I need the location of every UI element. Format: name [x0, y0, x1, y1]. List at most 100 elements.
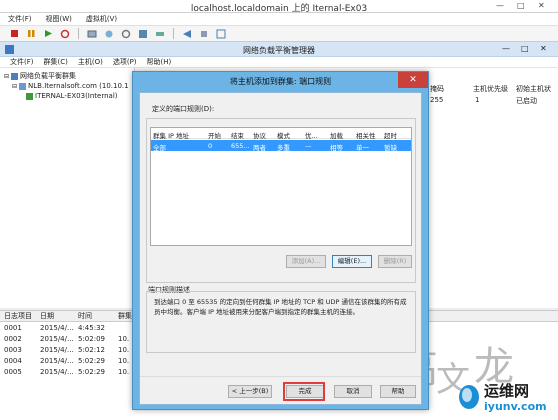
- log-cell-cluster: 10.: [118, 345, 130, 354]
- log-cell-cluster: 10.: [118, 334, 130, 343]
- cell-state: 已启动: [516, 97, 537, 105]
- collapse-icon[interactable]: ⊟: [4, 73, 9, 80]
- cluster-tree: ⊟ 网络负载平衡群集 ⊟ NLB.Iternalsoft.com (10.10.…: [0, 68, 135, 308]
- back-button[interactable]: < 上一步(B): [228, 385, 272, 398]
- vm-titlebar: localhost.localdomain 上的 Iternal-Ex03 — …: [0, 0, 558, 14]
- log-col-cluster[interactable]: 群集: [114, 311, 132, 321]
- cluster-icon: [19, 82, 27, 90]
- tree-host[interactable]: ITERNAL-EX03(Internal): [4, 91, 130, 101]
- log-cell-entry: 0002: [4, 334, 22, 343]
- log-cell-time: 5:02:29: [78, 356, 105, 365]
- col-cluster-ip[interactable]: 群集 IP 地址: [153, 130, 189, 140]
- rule-cluster-ip: 全部: [153, 144, 166, 152]
- rule-mode: 多重: [277, 144, 290, 152]
- log-cell-entry: 0001: [4, 323, 22, 332]
- console-icon[interactable]: [137, 28, 149, 40]
- log-cell-date: 2015/4/...: [40, 334, 74, 343]
- stop-icon[interactable]: [8, 28, 20, 40]
- log-cell-date: 2015/4/...: [40, 367, 74, 376]
- toolbar-separator: [173, 28, 174, 39]
- nlb-root-icon: [11, 72, 19, 80]
- log-cell-date: 2015/4/...: [40, 356, 74, 365]
- log-cell-date: 2015/4/...: [40, 345, 74, 354]
- nlb-window-title: 网络负载平衡管理器: [243, 46, 315, 55]
- log-cell-entry: 0003: [4, 345, 22, 354]
- nlb-maximize-icon[interactable]: □: [521, 44, 529, 53]
- dialog-close-icon[interactable]: ✕: [398, 72, 428, 88]
- nlb-menubar: 文件(F) 群集(C) 主机(O) 选项(P) 帮助(H): [0, 57, 558, 68]
- maximize-icon[interactable]: □: [517, 1, 525, 10]
- network-icon[interactable]: [154, 28, 166, 40]
- nlb-menu-options[interactable]: 选项(P): [113, 57, 137, 67]
- rule-load: 相等: [330, 144, 343, 152]
- help-button[interactable]: 帮助: [380, 385, 416, 398]
- col-start[interactable]: 开始: [208, 130, 221, 140]
- dialog-footer: < 上一步(B) 完成 取消 帮助: [140, 376, 421, 404]
- col-load[interactable]: 加载: [330, 130, 343, 140]
- menu-view[interactable]: 视图(W): [46, 14, 72, 24]
- cell-mask: 255: [430, 96, 444, 104]
- minimize-icon[interactable]: —: [496, 1, 504, 10]
- nlb-menu-file[interactable]: 文件(F): [10, 57, 34, 67]
- rule-end: 655...: [231, 142, 250, 150]
- play-icon[interactable]: [42, 28, 54, 40]
- port-rules-list[interactable]: 群集 IP 地址 开始 结束 协议 模式 优... 加载 相关性 超时 全部 0…: [150, 127, 412, 246]
- host-icon: [26, 92, 33, 100]
- nlb-menu-host[interactable]: 主机(O): [78, 57, 103, 67]
- close-icon[interactable]: ✕: [538, 1, 545, 10]
- fullscreen-icon[interactable]: [215, 28, 227, 40]
- log-cell-time: 5:02:09: [78, 334, 105, 343]
- vm-toolbar: [0, 26, 558, 42]
- log-cell-date: 2015/4/...: [40, 323, 74, 332]
- snapshot-icon[interactable]: [86, 28, 98, 40]
- menu-file[interactable]: 文件(F): [8, 14, 32, 24]
- add-host-port-rules-dialog: 将主机添加到群集: 端口规则 ✕ 定义的端口规则(D): 群集 IP 地址 开始…: [132, 71, 429, 410]
- menu-vm[interactable]: 虚拟机(V): [86, 14, 117, 24]
- cancel-button[interactable]: 取消: [334, 385, 372, 398]
- tree-root[interactable]: ⊟ 网络负载平衡群集: [4, 71, 130, 81]
- nlb-minimize-icon[interactable]: —: [502, 44, 510, 53]
- log-col-entry[interactable]: 日志项目: [0, 311, 36, 321]
- rule-description: 到达端口 0 至 65535 的定向到任何群集 IP 地址的 TCP 和 UDP…: [154, 298, 407, 316]
- settings-icon[interactable]: [120, 28, 132, 40]
- usb-icon[interactable]: [198, 28, 210, 40]
- edit-rule-button[interactable]: 编辑(E)...: [332, 255, 372, 268]
- col-timeout[interactable]: 超时: [384, 130, 397, 140]
- col-mode[interactable]: 模式: [277, 130, 290, 140]
- send-keys-icon[interactable]: [181, 28, 193, 40]
- col-end[interactable]: 结束: [231, 130, 244, 140]
- toolbar-separator: [78, 28, 79, 39]
- refresh-icon[interactable]: [59, 28, 71, 40]
- logo-text-cn: 运维网: [484, 382, 530, 400]
- tree-cluster-label: NLB.Iternalsoft.com (10.10.1: [28, 82, 129, 90]
- rule-protocol: 两者: [253, 144, 266, 152]
- nlb-menu-help[interactable]: 帮助(H): [147, 57, 172, 67]
- delete-rule-button[interactable]: 删除(R): [378, 255, 412, 268]
- log-cell-time: 4:45:32: [78, 323, 105, 332]
- col-priority[interactable]: 优...: [305, 130, 318, 140]
- tree-cluster[interactable]: ⊟ NLB.Iternalsoft.com (10.10.1: [4, 81, 130, 91]
- nlb-close-icon[interactable]: ✕: [540, 44, 547, 53]
- port-rule-row-selected[interactable]: 全部 0 655... 两者 多重 — 相等 单一 暂缺: [151, 140, 411, 152]
- ports-label: 定义的端口规则(D):: [152, 105, 215, 113]
- dialog-body: 定义的端口规则(D): 群集 IP 地址 开始 结束 协议 模式 优... 加载…: [139, 92, 422, 405]
- col-header-state: 初始主机状: [516, 85, 551, 93]
- col-header-priority: 主机优先级: [473, 85, 508, 93]
- dialog-title: 将主机添加到群集: 端口规则: [229, 77, 332, 86]
- rule-affinity: 单一: [356, 144, 369, 152]
- add-rule-button[interactable]: 添加(A)...: [286, 255, 326, 268]
- nlb-menu-cluster[interactable]: 群集(C): [44, 57, 68, 67]
- logo-text-en: iyunv.com: [484, 400, 547, 413]
- col-protocol[interactable]: 协议: [253, 130, 266, 140]
- pause-icon[interactable]: [25, 28, 37, 40]
- log-cell-time: 5:02:12: [78, 345, 105, 354]
- site-logo: 运维网 iyunv.com: [456, 378, 554, 416]
- rule-timeout: 暂缺: [384, 144, 397, 152]
- col-affinity[interactable]: 相关性: [356, 130, 376, 140]
- tree-host-label: ITERNAL-EX03(Internal): [35, 92, 118, 100]
- log-col-date[interactable]: 日期: [36, 311, 74, 321]
- revert-icon[interactable]: [103, 28, 115, 40]
- port-rules-header: 群集 IP 地址 开始 结束 协议 模式 优... 加载 相关性 超时: [151, 128, 411, 140]
- collapse-icon[interactable]: ⊟: [12, 83, 17, 90]
- log-col-time[interactable]: 时间: [74, 311, 114, 321]
